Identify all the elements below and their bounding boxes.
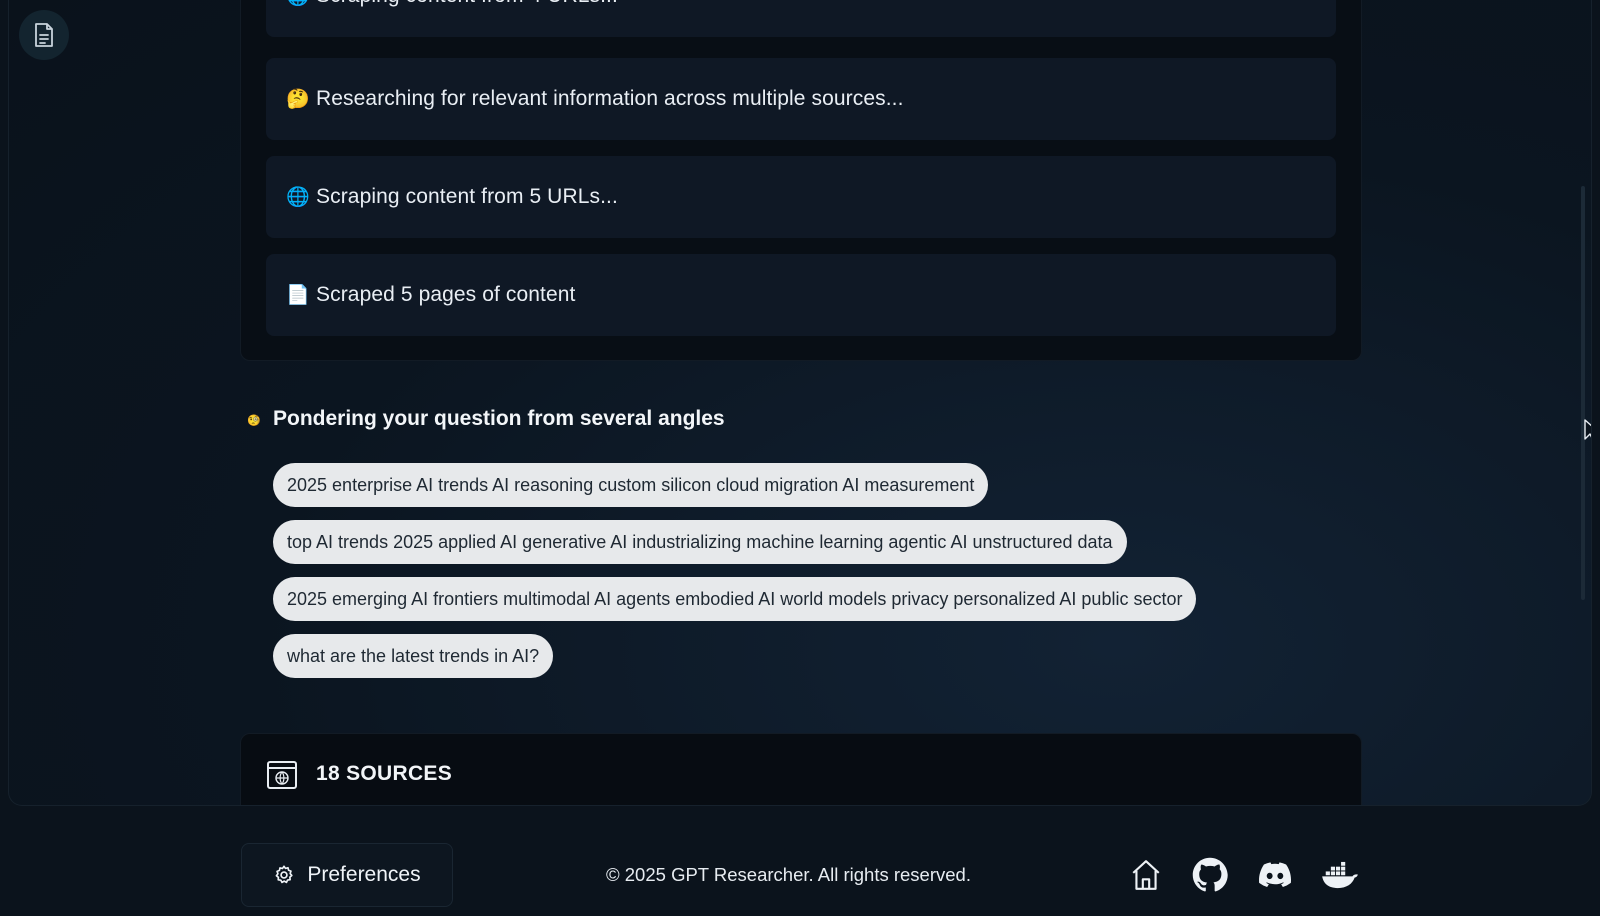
- main-panel: 🌐 Scraping content from 4 URLs... 🤔 Rese…: [8, 0, 1592, 806]
- docker-icon: [1322, 861, 1358, 889]
- globe-icon: 🌐: [286, 187, 310, 208]
- log-item: 🌐 Scraping content from 4 URLs...: [266, 0, 1336, 37]
- github-icon: [1192, 857, 1228, 892]
- query-chip[interactable]: what are the latest trends in AI?: [273, 634, 554, 678]
- log-item-text: Scraping content from 4 URLs...: [316, 0, 618, 8]
- thinking-face-icon: 🤔: [286, 89, 310, 110]
- copyright-text: © 2025 GPT Researcher. All rights reserv…: [606, 864, 971, 885]
- query-chip[interactable]: top AI trends 2025 applied AI generative…: [273, 520, 1127, 564]
- docker-link[interactable]: [1320, 855, 1360, 895]
- log-item-text: Scraped 5 pages of content: [316, 283, 576, 306]
- gear-icon: [275, 865, 293, 884]
- query-chip[interactable]: 2025 enterprise AI trends AI reasoning c…: [273, 463, 989, 507]
- github-link[interactable]: [1190, 855, 1230, 895]
- discord-icon: [1259, 862, 1291, 887]
- ponder-title: Pondering your question from several ang…: [273, 407, 725, 430]
- mouse-cursor-icon: [1584, 419, 1591, 440]
- log-item: 🤔 Researching for relevant information a…: [266, 58, 1336, 140]
- sources-count-label: 18 SOURCES: [316, 762, 453, 785]
- document-button[interactable]: [19, 10, 69, 60]
- scrollbar-thumb[interactable]: [1581, 186, 1585, 600]
- query-chip[interactable]: 2025 emerging AI frontiers multimodal AI…: [273, 577, 1197, 621]
- preferences-button[interactable]: Preferences: [241, 843, 453, 907]
- home-icon: [1132, 860, 1160, 890]
- browser-globe-icon: [267, 761, 297, 789]
- globe-icon: 🌐: [286, 0, 310, 8]
- log-item-text: Researching for relevant information acr…: [316, 87, 904, 110]
- log-item: 🌐 Scraping content from 5 URLs...: [266, 156, 1336, 238]
- sources-panel[interactable]: 18 SOURCES: [240, 733, 1362, 805]
- log-item-text: Scraping content from 5 URLs...: [316, 185, 618, 208]
- document-icon: [35, 23, 53, 47]
- research-log-panel: 🌐 Scraping content from 4 URLs... 🤔 Rese…: [240, 0, 1362, 361]
- log-item: 📄 Scraped 5 pages of content: [266, 254, 1336, 336]
- preferences-label: Preferences: [307, 863, 421, 886]
- monocle-face-icon: 🧐: [247, 415, 261, 427]
- scrollbar[interactable]: [1579, 0, 1585, 805]
- discord-link[interactable]: [1255, 855, 1295, 895]
- page-icon: 📄: [286, 285, 310, 306]
- home-link[interactable]: [1126, 855, 1166, 895]
